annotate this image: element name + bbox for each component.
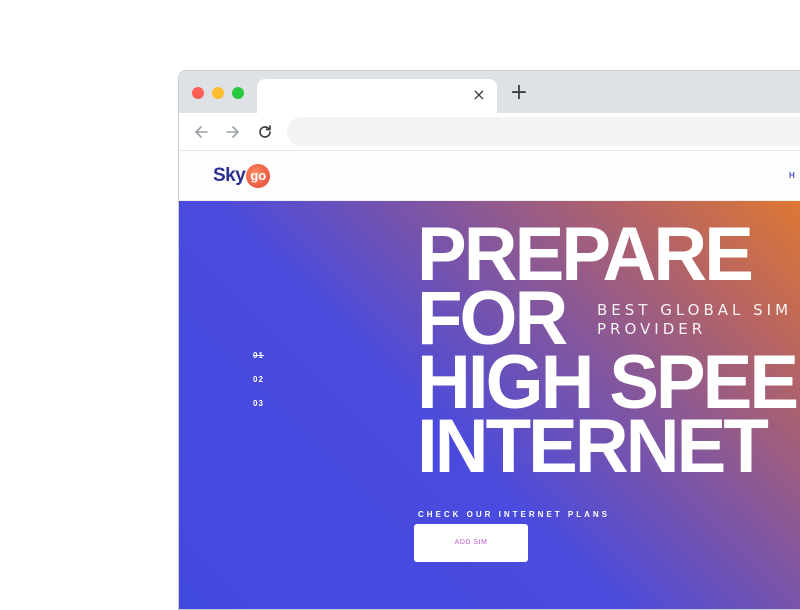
plus-icon[interactable]: + bbox=[509, 82, 529, 104]
tagline: BEST GLOBAL SIM PROVIDER bbox=[597, 301, 792, 339]
forward-arrow-icon[interactable] bbox=[223, 122, 243, 142]
close-icon[interactable]: × bbox=[471, 87, 487, 103]
slide-indicators: 01 02 03 bbox=[253, 351, 264, 423]
logo-text-sky: Sky bbox=[213, 165, 246, 186]
back-arrow-icon[interactable] bbox=[191, 122, 211, 142]
browser-toolbar bbox=[179, 113, 800, 151]
close-window-button[interactable] bbox=[192, 87, 204, 99]
nav-link-partial[interactable]: H O bbox=[789, 171, 800, 180]
slide-indicator-02[interactable]: 02 bbox=[253, 375, 264, 384]
site-header: Sky go H O bbox=[179, 151, 800, 201]
browser-tab[interactable]: × bbox=[257, 79, 497, 113]
web-page: Sky go H O 01 02 03 PREPARE FOR HIGH SPE… bbox=[179, 151, 800, 609]
tagline-line-2: PROVIDER bbox=[597, 320, 707, 338]
hero-section: 01 02 03 PREPARE FOR HIGH SPEED INTERNET… bbox=[179, 201, 800, 609]
slide-indicator-03[interactable]: 03 bbox=[253, 399, 264, 408]
address-bar[interactable] bbox=[287, 117, 800, 146]
tab-bar: × + bbox=[179, 71, 800, 113]
browser-window: × + Sky go H O 01 02 03 bbox=[178, 70, 800, 610]
reload-icon[interactable] bbox=[255, 122, 275, 142]
minimize-window-button[interactable] bbox=[212, 87, 224, 99]
add-sim-button[interactable]: ADD SIM bbox=[414, 524, 528, 562]
cta-label: CHECK OUR INTERNET PLANS bbox=[418, 510, 611, 519]
logo-badge-go: go bbox=[246, 164, 271, 188]
headline-line-4: INTERNET bbox=[417, 404, 769, 489]
slide-indicator-01[interactable]: 01 bbox=[253, 351, 264, 360]
tagline-line-1: BEST GLOBAL SIM bbox=[597, 301, 793, 319]
maximize-window-button[interactable] bbox=[232, 87, 244, 99]
skygo-logo[interactable]: Sky go bbox=[213, 162, 271, 190]
